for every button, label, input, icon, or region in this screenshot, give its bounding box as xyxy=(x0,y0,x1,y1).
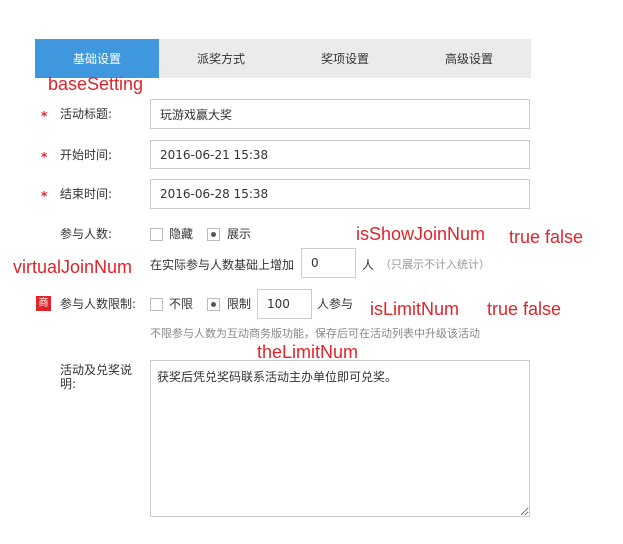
required-mark: * xyxy=(41,189,48,203)
virtual-add-prefix: 在实际参与人数基础上增加 xyxy=(150,258,295,272)
commerce-badge: 商 xyxy=(36,296,51,311)
virtual-join-num-input[interactable] xyxy=(301,248,356,278)
annotation-is-limit-num-values: true false xyxy=(487,299,562,319)
tab-prize-method[interactable]: 派奖方式 xyxy=(159,39,283,78)
show-participants-checkbox[interactable] xyxy=(207,228,220,241)
start-time-input[interactable] xyxy=(150,140,530,169)
required-mark: * xyxy=(41,150,48,164)
activity-title-input[interactable] xyxy=(150,99,530,129)
annotation-is-show-join-num: isShowJoinNum xyxy=(356,224,486,244)
annotation-virtual-join-num: virtualJoinNum xyxy=(13,257,133,277)
limit-suffix: 人参与 xyxy=(317,297,354,311)
limit-checkbox[interactable] xyxy=(207,298,220,311)
annotation-is-show-join-num-values: true false xyxy=(509,227,584,247)
tab-prize-settings[interactable]: 奖项设置 xyxy=(283,39,407,78)
participant-limit-label: 参与人数限制: xyxy=(60,297,137,311)
settings-tabs: 基础设置 派奖方式 奖项设置 高级设置 xyxy=(35,39,531,78)
limit-num-input[interactable] xyxy=(257,289,312,319)
participants-label: 参与人数: xyxy=(60,227,113,241)
annotation-is-limit-num: isLimitNum xyxy=(370,299,460,319)
tab-basic-settings[interactable]: 基础设置 xyxy=(35,39,159,78)
start-time-label: 开始时间: xyxy=(60,148,113,162)
annotation-base-setting: baseSetting xyxy=(48,74,144,94)
limit-label: 限制 xyxy=(227,297,252,311)
virtual-add-suffix: 人 xyxy=(362,258,375,272)
explain-label: 活动及兑奖说明: xyxy=(60,363,133,391)
tab-advanced-settings[interactable]: 高级设置 xyxy=(407,39,531,78)
limit-hint: 不限参与人数为互动商务版功能，保存后可在活动列表中升级该活动 xyxy=(150,327,480,340)
end-time-label: 结束时间: xyxy=(60,187,113,201)
hide-participants-checkbox[interactable] xyxy=(150,228,163,241)
virtual-add-note: （只展示不计入统计） xyxy=(380,258,490,271)
end-time-input[interactable] xyxy=(150,179,530,209)
required-mark: * xyxy=(41,109,48,123)
annotation-the-limit-num: theLimitNum xyxy=(257,342,359,362)
activity-title-label: 活动标题: xyxy=(60,107,113,121)
explain-textarea[interactable]: 获奖后凭兑奖码联系活动主办单位即可兑奖。 xyxy=(150,360,530,517)
show-participants-label: 展示 xyxy=(227,227,252,241)
no-limit-checkbox[interactable] xyxy=(150,298,163,311)
hide-participants-label: 隐藏 xyxy=(169,227,194,241)
no-limit-label: 不限 xyxy=(169,297,194,311)
